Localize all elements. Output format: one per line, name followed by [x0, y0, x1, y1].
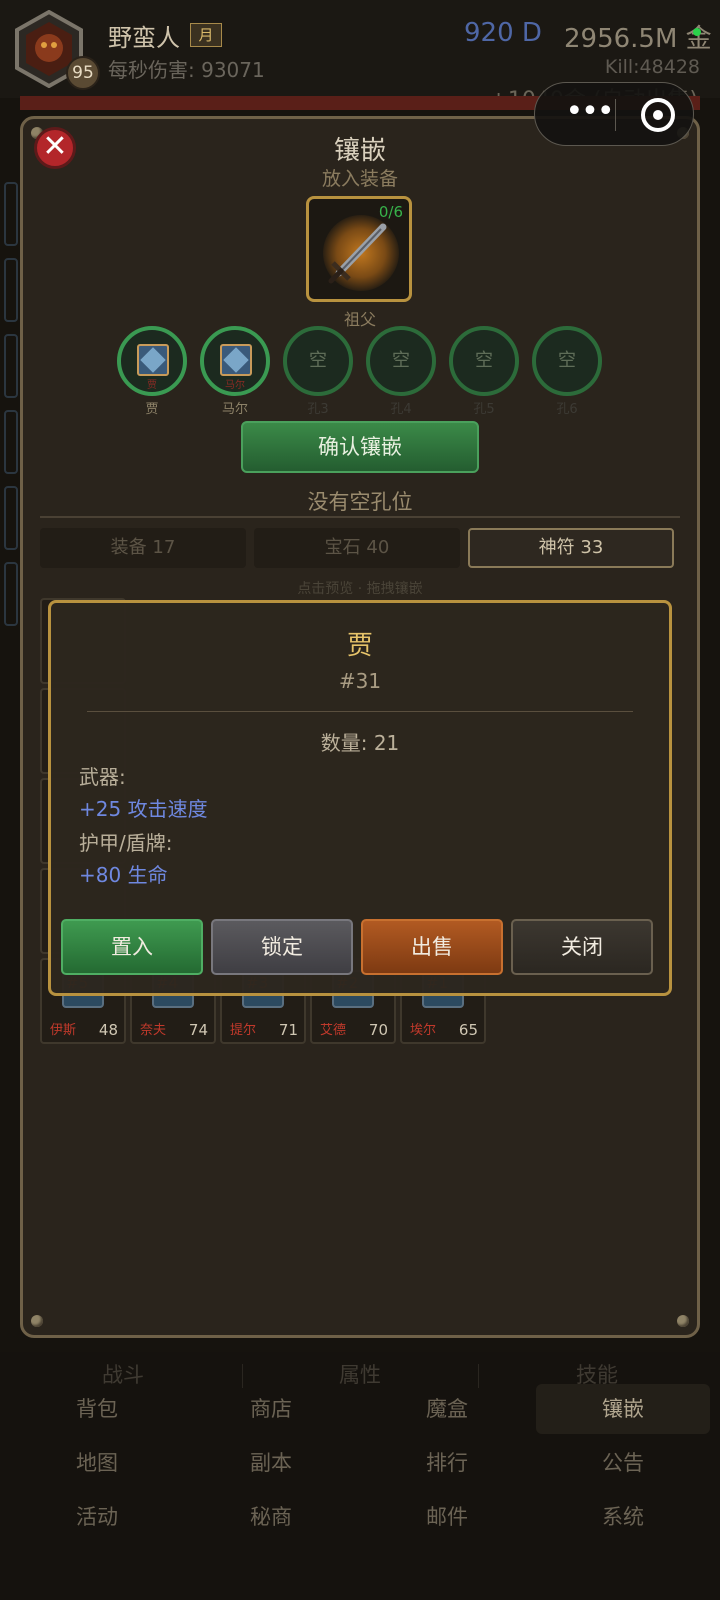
lock-button[interactable]: 锁定	[211, 919, 353, 975]
place-button[interactable]: 置入	[61, 919, 203, 975]
armor-label: 护甲/盾牌:	[79, 831, 173, 855]
dps-readout: 每秒伤害: 93071	[108, 58, 265, 82]
rune-name: 奈夫	[140, 1023, 167, 1038]
socket-count: 0/6	[378, 203, 403, 221]
panel-subtitle: 放入装备	[321, 168, 398, 190]
socket-4[interactable]: 空	[366, 326, 436, 396]
rune-count: 71	[278, 1021, 298, 1039]
socket-label: 贾	[145, 402, 159, 417]
divider	[87, 711, 633, 712]
armor-bonus: +80 生命	[79, 863, 168, 887]
empty-socket-text: 空	[392, 350, 410, 371]
socket-rune-tag: 贾	[147, 380, 157, 391]
empty-socket-text: 空	[475, 350, 493, 371]
diamond-count: 920 D	[464, 18, 542, 48]
tab-runes[interactable]: 神符 33	[468, 528, 674, 568]
more-icon[interactable]: •••	[559, 97, 619, 129]
tab-gems[interactable]: 宝石 40	[254, 528, 460, 568]
socket-label: 孔5	[473, 402, 495, 417]
socket-label: 孔3	[307, 402, 329, 417]
confirm-inlay-button[interactable]: 确认镶嵌	[241, 421, 479, 473]
rune-count: 74	[188, 1021, 208, 1039]
hero-name: 野蛮人	[108, 24, 180, 52]
socket-label: 马尔	[221, 402, 248, 417]
nav-item-system[interactable]: 系统	[536, 1492, 710, 1542]
socket-5[interactable]: 空	[449, 326, 519, 396]
socket-6[interactable]: 空	[532, 326, 602, 396]
sword-icon	[328, 223, 387, 284]
weapon-label: 武器:	[79, 765, 126, 789]
socket-3[interactable]: 空	[283, 326, 353, 396]
divider	[40, 516, 680, 518]
equipment-name: 祖父	[343, 310, 376, 329]
target-icon[interactable]	[641, 98, 675, 132]
nav-item-shop[interactable]: 商店	[184, 1384, 358, 1434]
rune-id: #31	[338, 669, 382, 693]
online-status-dot	[693, 28, 701, 36]
rune-name: 伊斯	[50, 1023, 77, 1038]
nav-item-cube[interactable]: 魔盒	[360, 1384, 534, 1434]
rune-count: 70	[368, 1021, 388, 1039]
drag-hint: 点击预览 · 拖拽镶嵌	[297, 581, 423, 597]
level-badge: 95	[66, 56, 100, 90]
no-empty-slot-message: 没有空孔位	[307, 490, 413, 514]
bottom-navigation: 战斗 属性 技能 背包 商店 魔盒 镶嵌 地图 副本 排行 公告 活动 秘商 邮…	[0, 1352, 720, 1600]
rune-count: 65	[458, 1021, 478, 1039]
capsule-divider	[615, 99, 616, 131]
rune-icon	[220, 344, 252, 376]
miniprogram-capsule: •••	[534, 82, 694, 146]
nav-item-dungeon[interactable]: 副本	[184, 1438, 358, 1488]
rivet-icon	[677, 1315, 689, 1327]
rivet-icon	[31, 1315, 43, 1327]
socket-label: 孔4	[390, 402, 412, 417]
monthly-card-badge[interactable]: 月	[190, 23, 222, 47]
rune-count: 48	[98, 1021, 118, 1039]
rune-detail-popup: 贾 #31 数量: 21 武器: +25 攻击速度 护甲/盾牌: +80 生命 …	[48, 600, 672, 996]
rune-icon	[137, 344, 169, 376]
rune-name: 提尔	[230, 1023, 257, 1038]
tab-equipment[interactable]: 装备 17	[40, 528, 246, 568]
kill-count: Kill:48428	[604, 56, 700, 78]
nav-item-map[interactable]: 地图	[10, 1438, 184, 1488]
weapon-bonus: +25 攻击速度	[79, 797, 208, 821]
nav-item-ranking[interactable]: 排行	[360, 1438, 534, 1488]
nav-item-bag[interactable]: 背包	[10, 1384, 184, 1434]
empty-socket-text: 空	[558, 350, 576, 371]
rune-name: 埃尔	[410, 1023, 437, 1038]
socket-2[interactable]: 马尔	[200, 326, 270, 396]
rune-name: 艾德	[320, 1023, 347, 1038]
nav-item-inlay[interactable]: 镶嵌	[536, 1384, 710, 1434]
rune-title: 贾	[346, 631, 373, 661]
equipment-slot[interactable]: 0/6	[306, 196, 412, 302]
nav-item-events[interactable]: 活动	[10, 1492, 184, 1542]
socket-rune-tag: 马尔	[225, 380, 245, 391]
close-button[interactable]: 关闭	[511, 919, 653, 975]
nav-item-mail[interactable]: 邮件	[360, 1492, 534, 1542]
socket-1[interactable]: 贾	[117, 326, 187, 396]
socket-label: 孔6	[556, 402, 578, 417]
nav-item-notice[interactable]: 公告	[536, 1438, 710, 1488]
nav-item-secret-shop[interactable]: 秘商	[184, 1492, 358, 1542]
gold-count: 2956.5M 金	[564, 24, 712, 54]
sell-button[interactable]: 出售	[361, 919, 503, 975]
empty-socket-text: 空	[309, 350, 327, 371]
rune-quantity: 数量: 21	[320, 731, 400, 755]
